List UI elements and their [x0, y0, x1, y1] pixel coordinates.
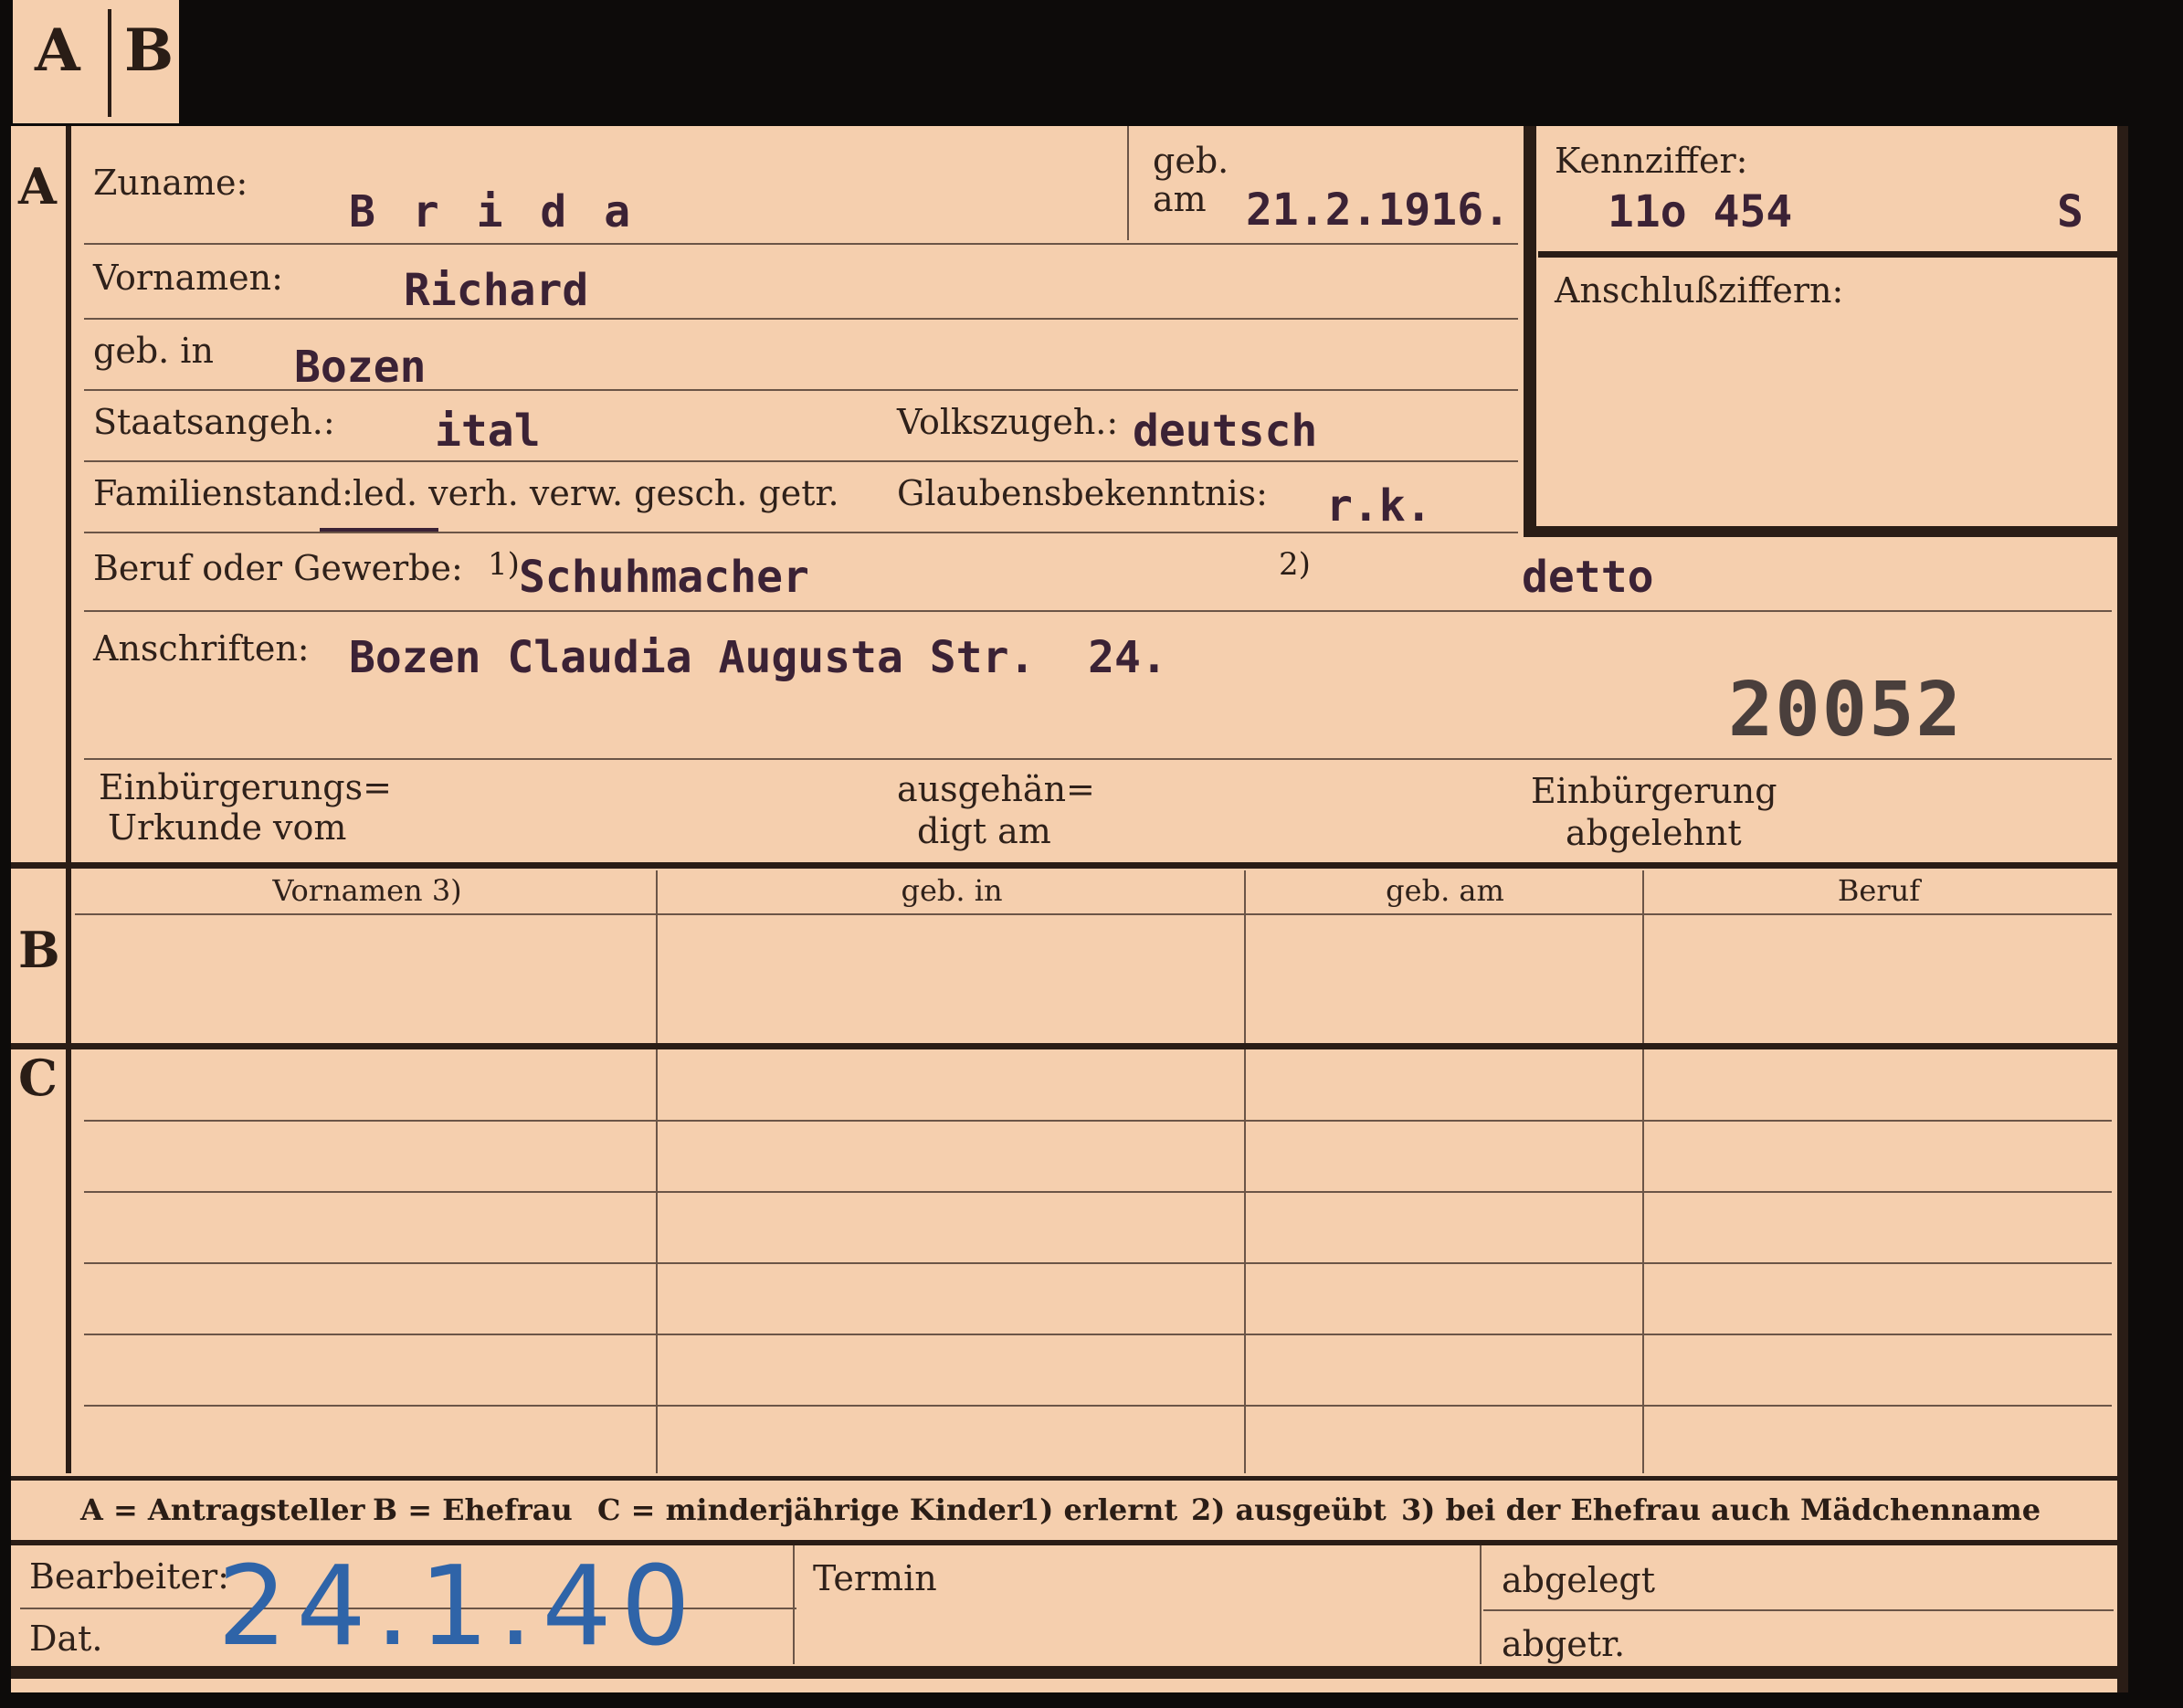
naturalization-rejected-label-2: abgelehnt — [1566, 813, 1742, 853]
legend-footnote-2: 2) ausgeübt — [1191, 1492, 1387, 1527]
filed-label: abgelegt — [1502, 1560, 1656, 1600]
id-number: 11o 454 — [1608, 186, 1793, 237]
legend-footnote-3: 3) bei der Ehefrau auch Mädchenname — [1401, 1492, 2041, 1527]
footer-divider-2 — [1480, 1545, 1482, 1664]
legend-a: A = Antragsteller — [80, 1492, 365, 1527]
section-b-top-border — [11, 862, 2117, 869]
id-box-left-border — [1524, 126, 1536, 535]
column-header-first-names: Vornamen 3) — [272, 873, 462, 908]
section-c-row-line-5 — [84, 1405, 2112, 1407]
occupation-footnote-1: 1) — [488, 546, 520, 583]
id-box-separator — [1538, 251, 2117, 258]
citizenship-label: Staatsangeh.: — [93, 402, 335, 442]
handwritten-date: 24.1.40 — [217, 1544, 701, 1671]
row-line-3 — [84, 389, 1518, 391]
section-c-label: C — [18, 1049, 58, 1107]
tab-letter-b: B — [124, 16, 174, 85]
row-line-1 — [84, 243, 1518, 245]
column-divider-2 — [1244, 870, 1246, 1473]
linked-numbers-label: Anschlußziffern: — [1555, 270, 1844, 311]
occupation-footnote-2: 2) — [1279, 546, 1311, 583]
column-divider-3 — [1642, 870, 1644, 1473]
marital-status-label: Familienstand: — [93, 473, 353, 513]
legend-c: C = minderjährige Kinder — [597, 1492, 1022, 1527]
column-header-birthplace: geb. in — [901, 873, 1003, 908]
row-line-6 — [84, 610, 2112, 612]
tab-divider — [108, 9, 111, 117]
address-value: Bozen Claudia Augusta Str. 24. — [349, 632, 1167, 683]
date-label: Dat. — [29, 1618, 103, 1659]
section-c-row-line-2 — [84, 1191, 2112, 1193]
birthdate-value: 21.2.1916. — [1246, 185, 1510, 236]
ethnicity-label: Volkszugeh.: — [897, 402, 1119, 442]
section-a-label: A — [18, 157, 57, 216]
column-header-birthdate: geb. am — [1386, 873, 1504, 908]
naturalization-rejected-label-1: Einbürgerung — [1531, 771, 1777, 811]
first-names-label: Vornamen: — [93, 258, 283, 298]
processor-label: Bearbeiter: — [29, 1556, 229, 1597]
row-line-2 — [84, 318, 1518, 320]
religion-label: Glaubensbekenntnis: — [897, 473, 1268, 513]
id-suffix: S — [2057, 186, 2083, 237]
id-label: Kennziffer: — [1555, 141, 1748, 181]
card-tab: A B — [13, 0, 179, 123]
section-b-label: B — [18, 921, 60, 979]
footer-bottom-border — [11, 1666, 2128, 1679]
filed-line — [1483, 1609, 2114, 1611]
birthdate-label-1: geb. — [1153, 141, 1229, 181]
legend-top-border — [11, 1476, 2117, 1481]
removed-label: abgetr. — [1502, 1624, 1626, 1664]
marital-status-options: led. verh. verw. gesch. getr. — [353, 473, 839, 513]
left-border-line — [66, 126, 71, 1473]
occupation-learned-value: Schuhmacher — [519, 552, 809, 603]
id-box-bottom-border — [1524, 526, 2117, 537]
citizenship-value: ital — [435, 406, 541, 457]
surname-label: Zuname: — [93, 163, 248, 203]
tab-letter-a: A — [35, 16, 80, 85]
stamp-number: 20052 — [1728, 667, 1963, 754]
section-c-row-line-3 — [84, 1262, 2112, 1264]
address-label: Anschriften: — [93, 628, 310, 669]
section-b-header-line — [75, 913, 2112, 915]
row-line-7 — [84, 758, 2112, 760]
handed-out-label-1: ausgehän= — [897, 769, 1095, 809]
footer-divider-1 — [793, 1545, 795, 1664]
legend-footnote-1: 1) erlernt — [1019, 1492, 1178, 1527]
birthdate-label-2: am — [1153, 179, 1207, 219]
row-line-4 — [84, 460, 1518, 462]
occupation-label: Beruf oder Gewerbe: — [93, 548, 463, 588]
naturalization-cert-label-2: Urkunde vom — [108, 807, 347, 848]
occupation-practiced-value: detto — [1522, 552, 1654, 603]
column-divider-1 — [656, 870, 658, 1473]
birthplace-value: Bozen — [294, 342, 427, 393]
section-c-top-border — [11, 1043, 2117, 1049]
section-c-row-line-1 — [84, 1120, 2112, 1122]
registration-card: A B C Zuname: B r i d a geb. am 21.2.191… — [11, 126, 2128, 1692]
legend-b: B = Ehefrau — [373, 1492, 573, 1527]
handed-out-label-2: digt am — [917, 811, 1051, 851]
deadline-label: Termin — [813, 1558, 937, 1598]
religion-value: r.k. — [1326, 480, 1432, 532]
birthdate-divider — [1127, 126, 1129, 240]
surname-value: B r i d a — [349, 186, 637, 237]
ethnicity-value: deutsch — [1133, 406, 1318, 457]
first-names-value: Richard — [404, 265, 589, 316]
birthplace-label: geb. in — [93, 331, 214, 371]
naturalization-cert-label-1: Einbürgerungs= — [99, 767, 392, 807]
column-header-occupation: Beruf — [1837, 873, 1921, 908]
right-border — [2117, 126, 2128, 1692]
row-line-5 — [84, 532, 1518, 533]
section-c-row-line-4 — [84, 1334, 2112, 1335]
